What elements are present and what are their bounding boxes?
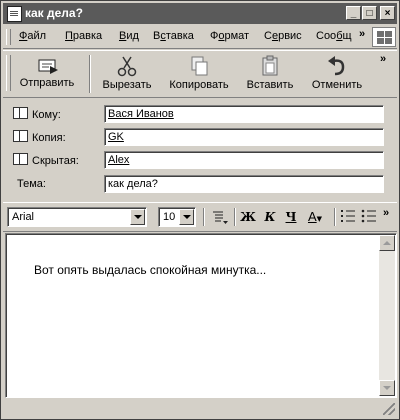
menu-grip[interactable] [6,29,11,45]
vertical-scrollbar[interactable] [379,235,395,396]
paste-icon [262,55,278,76]
resize-grip-icon[interactable] [383,403,395,415]
status-bar [3,399,397,417]
format-separator [234,208,236,226]
bullet-list-button[interactable] [360,209,378,225]
copy-icon [191,56,208,76]
bcc-label[interactable]: Скрытая: [13,153,79,167]
numbered-list-icon [341,210,355,222]
toolbar-overflow-chevron-icon[interactable]: » [380,53,386,65]
message-window: как дела? _ □ × Файл Правка Вид Вставка … [0,0,400,420]
address-book-icon [13,130,28,142]
windows-logo-icon [372,27,396,47]
message-header: Кому: Вася Иванов Копия: GK Скрытая: Ale… [3,98,397,200]
cut-button[interactable]: Вырезать [97,53,157,95]
bcc-field[interactable]: Alex [104,151,384,169]
font-color-icon: A [307,209,317,224]
format-overflow-chevron-icon[interactable]: » [383,207,389,219]
toolbar-grip[interactable] [6,55,11,91]
address-book-icon [13,107,28,119]
undo-icon [328,56,345,76]
maximize-button[interactable]: □ [362,6,377,20]
menu-message[interactable]: Сообщ [316,30,352,42]
chevron-down-icon[interactable] [130,209,145,225]
paragraph-style-button[interactable] [209,209,231,225]
bold-button[interactable]: Ж [239,209,257,225]
numbered-list-button[interactable] [339,209,357,225]
subject-label: Тема: [17,178,46,190]
paste-button[interactable]: Вставить [241,53,299,95]
scroll-up-button[interactable] [379,235,395,251]
menu-tools[interactable]: Сервис [264,30,302,42]
menu-insert[interactable]: Вставка [153,30,194,42]
italic-button[interactable]: К [261,209,279,225]
menu-overflow-chevron-icon[interactable]: » [359,28,365,40]
menu-view[interactable]: Вид [119,30,139,42]
underline-button[interactable]: Ч [282,209,300,225]
menu-format[interactable]: Формат [210,30,249,42]
formatting-toolbar: Arial 10 Ж К Ч A▼ » [3,202,397,232]
scroll-down-button[interactable] [379,380,395,396]
to-label[interactable]: Кому: [13,107,61,121]
menu-file[interactable]: Файл [19,30,46,42]
format-separator [334,208,336,226]
scissors-icon [117,56,137,77]
font-color-button[interactable]: A▼ [304,209,326,225]
font-select[interactable]: Arial [7,207,147,227]
subject-field[interactable]: как дела? [104,175,384,193]
send-button[interactable]: Отправить [13,53,81,95]
cc-label[interactable]: Копия: [13,130,66,144]
message-icon [7,6,22,22]
close-button[interactable]: × [380,6,395,20]
chevron-down-icon[interactable] [179,209,194,225]
send-icon [38,59,58,74]
menu-bar: Файл Правка Вид Вставка Формат Сервис Со… [3,26,397,49]
toolbar-separator [89,55,91,93]
undo-button[interactable]: Отменить [305,53,369,95]
bullet-list-icon [361,209,376,223]
title-bar[interactable]: как дела? _ □ × [3,3,397,24]
minimize-button[interactable]: _ [346,6,361,20]
address-book-icon [13,153,28,165]
copy-button[interactable]: Копировать [163,53,235,95]
standard-toolbar: Отправить Вырезать Копировать Вставить О… [3,50,397,98]
to-field[interactable]: Вася Иванов [104,105,384,123]
window-title: как дела? [25,6,83,20]
format-separator [203,208,205,226]
menu-edit[interactable]: Правка [65,30,102,42]
cc-field[interactable]: GK [104,128,384,146]
font-size-select[interactable]: 10 [158,207,196,227]
message-body[interactable]: Вот опять выдалась спокойная минутка... [5,233,397,398]
message-body-text: Вот опять выдалась спокойная минутка... [34,263,267,277]
paragraph-style-icon [213,211,228,224]
